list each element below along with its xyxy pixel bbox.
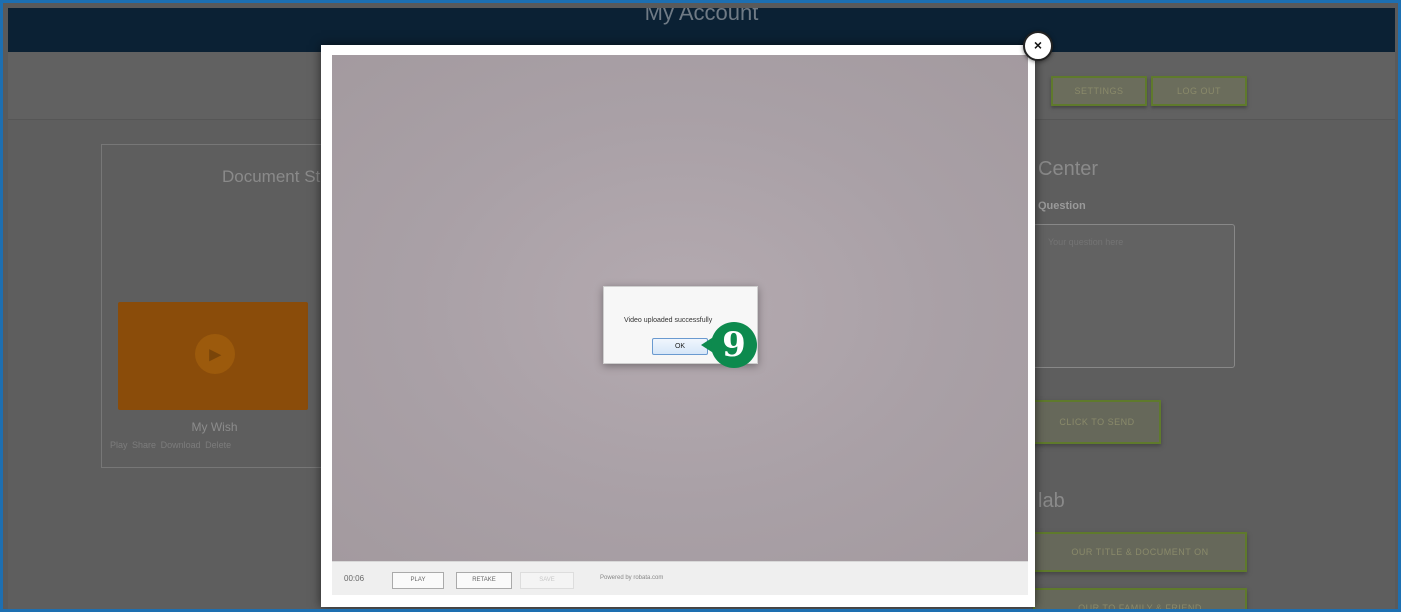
delete-link[interactable]: Delete (205, 440, 231, 450)
download-link[interactable]: Download (161, 440, 201, 450)
play-button[interactable]: PLAY (392, 572, 444, 589)
alert-message: Video uploaded successfully (624, 317, 713, 324)
document-thumbnail[interactable]: ▸ (118, 302, 308, 410)
section-heading: lab (1038, 490, 1065, 512)
help-center-heading: Center (1038, 158, 1099, 180)
recorder-control-bar: 00:06 PLAY RETAKE SAVE Powered by robata… (332, 561, 1028, 595)
page-title: My Account (644, 8, 759, 25)
logout-button[interactable]: LOG OUT (1151, 76, 1247, 106)
document-name: My Wish (191, 420, 238, 434)
question-label: Question (1038, 200, 1086, 212)
ok-button[interactable]: OK (652, 338, 708, 355)
question-placeholder: Your question here (1048, 237, 1124, 247)
settings-button[interactable]: SETTINGS (1051, 76, 1147, 106)
action-button-1[interactable]: OUR TITLE & DOCUMENT ON (1033, 532, 1247, 572)
close-icon[interactable]: × (1023, 31, 1053, 61)
send-question-button[interactable]: CLICK TO SEND (1033, 400, 1161, 444)
play-link[interactable]: Play (110, 440, 128, 450)
share-link[interactable]: Share (132, 440, 156, 450)
retake-button[interactable]: RETAKE (456, 572, 512, 589)
step-number-badge: 9 (711, 322, 757, 368)
save-button[interactable]: SAVE (520, 572, 574, 589)
powered-by-text: Powered by robata.com (600, 575, 664, 581)
play-icon: ▸ (195, 334, 235, 374)
action-button-2[interactable]: OUR TO FAMILY & FRIEND (1033, 588, 1247, 609)
question-input[interactable]: Your question here (1033, 224, 1235, 368)
screenshot-frame: My Account SETTINGS LOG OUT Document Sta… (0, 0, 1401, 612)
document-actions: Play Share Download Delete (110, 440, 231, 450)
document-status-panel: Document Status ▸ My Wish Play Share Dow… (101, 144, 352, 468)
recording-timer: 00:06 (344, 574, 365, 583)
